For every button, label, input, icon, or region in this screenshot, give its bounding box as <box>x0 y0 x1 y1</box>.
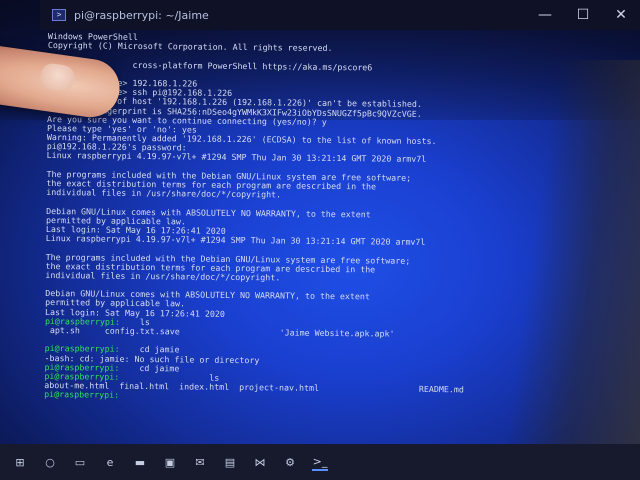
fingernail <box>39 62 77 93</box>
terminal-icon[interactable]: >_ <box>312 453 328 471</box>
maximize-button[interactable]: ☐ <box>564 0 602 30</box>
search-icon[interactable]: ○ <box>42 454 58 470</box>
window-titlebar[interactable]: > pi@raspberrypi: ~/Jaime — ☐ ✕ <box>40 0 640 30</box>
shell-prompt: pi@raspberrypi: <box>44 389 120 401</box>
taskbar: ⊞ ○ ▭ e ▬ ▣ ✉ ▤ ⋈ ⚙ >_ <box>0 444 640 480</box>
edge-browser-icon[interactable]: e <box>102 454 118 470</box>
mail-icon[interactable]: ✉ <box>192 454 208 470</box>
windows-start-icon[interactable]: ⊞ <box>12 454 28 470</box>
store-icon[interactable]: ▣ <box>162 454 178 470</box>
window-title: pi@raspberrypi: ~/Jaime <box>74 8 209 22</box>
task-view-icon[interactable]: ▭ <box>72 454 88 470</box>
settings-icon[interactable]: ⚙ <box>282 454 298 470</box>
window-controls: — ☐ ✕ <box>526 0 640 30</box>
close-button[interactable]: ✕ <box>602 0 640 30</box>
app-icon[interactable]: ▤ <box>222 454 238 470</box>
terminal-app-icon: > <box>52 9 66 21</box>
file-explorer-icon[interactable]: ▬ <box>132 454 148 470</box>
photo-of-screen: > pi@raspberrypi: ~/Jaime — ☐ ✕ Windows … <box>0 0 640 480</box>
minimize-button[interactable]: — <box>526 0 564 30</box>
vscode-icon[interactable]: ⋈ <box>252 454 268 470</box>
